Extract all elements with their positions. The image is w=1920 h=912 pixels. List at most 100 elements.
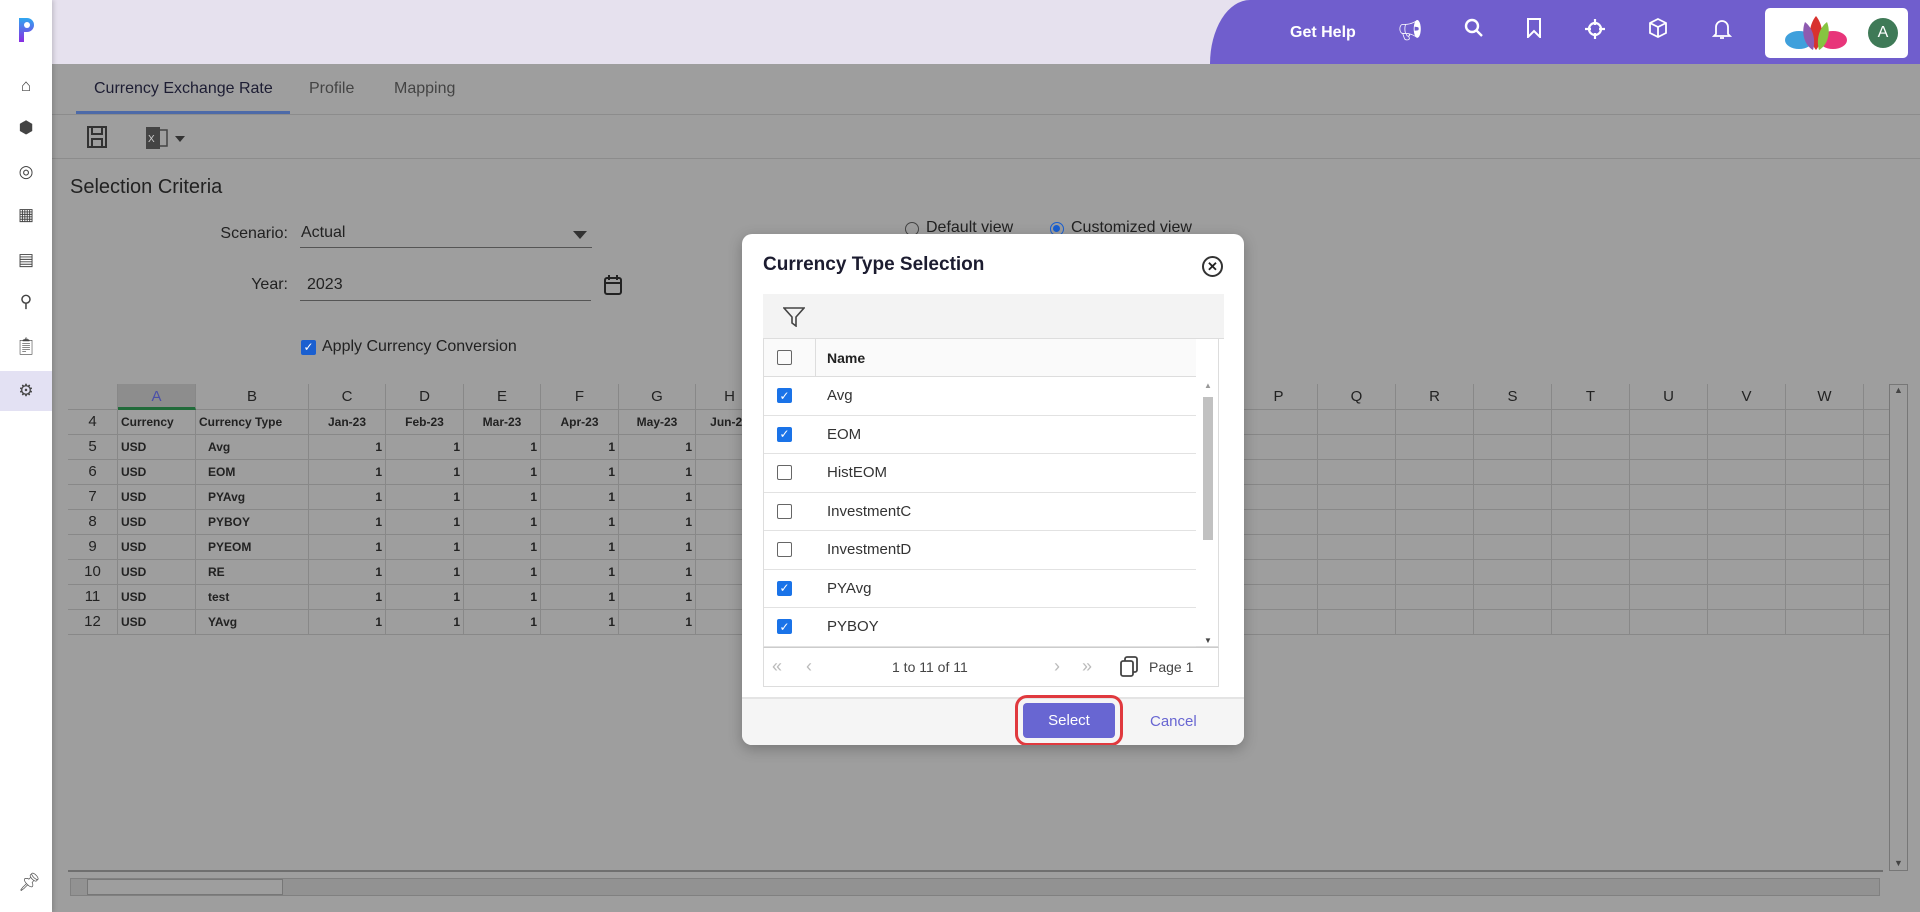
table-cell[interactable] bbox=[1240, 510, 1318, 535]
list-scrollbar[interactable]: ▲ ▼ bbox=[1199, 377, 1217, 647]
table-cell[interactable] bbox=[1864, 585, 1890, 610]
tab-currency-exchange-rate[interactable]: Currency Exchange Rate bbox=[94, 80, 273, 98]
table-cell[interactable]: 1 bbox=[309, 560, 386, 585]
table-cell[interactable]: YAvg bbox=[196, 610, 309, 635]
table-cell[interactable]: USD bbox=[118, 460, 196, 485]
table-cell[interactable]: PYBOY bbox=[196, 510, 309, 535]
header-cell[interactable] bbox=[1708, 410, 1786, 435]
vertical-scrollbar[interactable]: ▲ ▼ bbox=[1889, 384, 1908, 871]
column-header-t[interactable]: T bbox=[1552, 384, 1630, 410]
scenario-select[interactable]: Actual bbox=[301, 224, 345, 242]
chevron-down-icon[interactable] bbox=[573, 231, 587, 239]
table-cell[interactable] bbox=[1708, 485, 1786, 510]
table-cell[interactable] bbox=[1630, 585, 1708, 610]
table-cell[interactable] bbox=[1396, 610, 1474, 635]
tab-profile[interactable]: Profile bbox=[309, 80, 354, 98]
header-cell[interactable]: Apr-23 bbox=[541, 410, 619, 435]
table-cell[interactable] bbox=[1630, 460, 1708, 485]
table-cell[interactable] bbox=[1396, 560, 1474, 585]
table-cell[interactable] bbox=[1786, 435, 1864, 460]
header-cell[interactable]: Jan-23 bbox=[309, 410, 386, 435]
column-header-c[interactable]: C bbox=[309, 384, 386, 410]
table-cell[interactable]: USD bbox=[118, 435, 196, 460]
clipboard-icon[interactable]: 📋︎ bbox=[0, 327, 52, 367]
item-checkbox[interactable] bbox=[777, 465, 792, 481]
table-cell[interactable] bbox=[1240, 485, 1318, 510]
header-cell[interactable] bbox=[1552, 410, 1630, 435]
calendar-icon[interactable] bbox=[604, 274, 622, 301]
report-icon[interactable]: ▤ bbox=[0, 240, 52, 280]
row-header[interactable]: 5 bbox=[68, 435, 118, 460]
column-header-s[interactable]: S bbox=[1474, 384, 1552, 410]
table-cell[interactable]: 1 bbox=[541, 460, 619, 485]
table-cell[interactable] bbox=[1240, 535, 1318, 560]
table-cell[interactable]: USD bbox=[118, 535, 196, 560]
table-cell[interactable] bbox=[1864, 510, 1890, 535]
table-cell[interactable]: 1 bbox=[619, 510, 696, 535]
table-cell[interactable] bbox=[1630, 435, 1708, 460]
excel-export-icon[interactable]: X bbox=[145, 126, 187, 155]
table-cell[interactable]: 1 bbox=[541, 510, 619, 535]
table-cell[interactable]: EOM bbox=[196, 460, 309, 485]
table-cell[interactable]: 1 bbox=[541, 585, 619, 610]
list-item[interactable]: ✓ Avg bbox=[764, 377, 1196, 416]
table-cell[interactable] bbox=[1552, 485, 1630, 510]
bookmark-icon[interactable] bbox=[1520, 18, 1548, 44]
header-cell[interactable]: Feb-23 bbox=[386, 410, 464, 435]
table-cell[interactable]: 1 bbox=[386, 460, 464, 485]
table-cell[interactable]: 1 bbox=[619, 535, 696, 560]
table-cell[interactable] bbox=[1474, 585, 1552, 610]
table-cell[interactable] bbox=[1864, 610, 1890, 635]
item-checkbox[interactable]: ✓ bbox=[777, 388, 792, 404]
table-cell[interactable]: 1 bbox=[541, 485, 619, 510]
cancel-button[interactable]: Cancel bbox=[1150, 713, 1197, 730]
table-cell[interactable]: 1 bbox=[386, 535, 464, 560]
list-item[interactable]: HistEOM bbox=[764, 454, 1196, 493]
table-cell[interactable]: 1 bbox=[309, 510, 386, 535]
table-cell[interactable]: 1 bbox=[309, 485, 386, 510]
crosshair-icon[interactable] bbox=[1581, 18, 1609, 46]
gear-icon[interactable]: ⚙ bbox=[0, 371, 52, 411]
table-cell[interactable]: 1 bbox=[386, 485, 464, 510]
column-header-r[interactable]: R bbox=[1396, 384, 1474, 410]
bell-icon[interactable] bbox=[1708, 18, 1736, 46]
column-header-w[interactable]: W bbox=[1786, 384, 1864, 410]
filter-icon[interactable] bbox=[782, 307, 806, 332]
table-cell[interactable]: 1 bbox=[309, 585, 386, 610]
table-cell[interactable] bbox=[1318, 435, 1396, 460]
avatar[interactable]: A bbox=[1868, 18, 1898, 48]
table-cell[interactable]: 1 bbox=[309, 435, 386, 460]
table-cell[interactable] bbox=[1552, 585, 1630, 610]
table-cell[interactable] bbox=[1786, 485, 1864, 510]
table-cell[interactable] bbox=[1396, 535, 1474, 560]
table-cell[interactable] bbox=[1240, 610, 1318, 635]
horizontal-scrollbar[interactable] bbox=[70, 878, 1880, 896]
table-cell[interactable] bbox=[1396, 585, 1474, 610]
table-cell[interactable] bbox=[1474, 435, 1552, 460]
table-cell[interactable]: 1 bbox=[541, 435, 619, 460]
header-cell[interactable]: Mar-23 bbox=[464, 410, 541, 435]
table-cell[interactable]: Avg bbox=[196, 435, 309, 460]
column-header-u[interactable]: U bbox=[1630, 384, 1708, 410]
table-cell[interactable] bbox=[1318, 610, 1396, 635]
table-cell[interactable]: 1 bbox=[464, 485, 541, 510]
table-cell[interactable] bbox=[1630, 610, 1708, 635]
table-cell[interactable]: PYAvg bbox=[196, 485, 309, 510]
column-header-v[interactable]: V bbox=[1708, 384, 1786, 410]
pin-icon[interactable]: 📌︎ bbox=[18, 872, 41, 893]
cube-icon[interactable]: ⬢ bbox=[0, 108, 52, 148]
list-item[interactable]: ✓ EOM bbox=[764, 416, 1196, 454]
table-cell[interactable]: 1 bbox=[619, 610, 696, 635]
table-cell[interactable]: test bbox=[196, 585, 309, 610]
table-cell[interactable] bbox=[1552, 435, 1630, 460]
table-cell[interactable] bbox=[1786, 510, 1864, 535]
table-cell[interactable] bbox=[1630, 560, 1708, 585]
row-header[interactable]: 6 bbox=[68, 460, 118, 485]
header-cell[interactable] bbox=[1318, 410, 1396, 435]
search-icon[interactable] bbox=[1460, 18, 1488, 44]
table-cell[interactable] bbox=[1396, 460, 1474, 485]
header-cell[interactable]: Currency Type bbox=[196, 410, 309, 435]
table-cell[interactable]: USD bbox=[118, 485, 196, 510]
header-cell[interactable] bbox=[1240, 410, 1318, 435]
table-cell[interactable] bbox=[1630, 535, 1708, 560]
